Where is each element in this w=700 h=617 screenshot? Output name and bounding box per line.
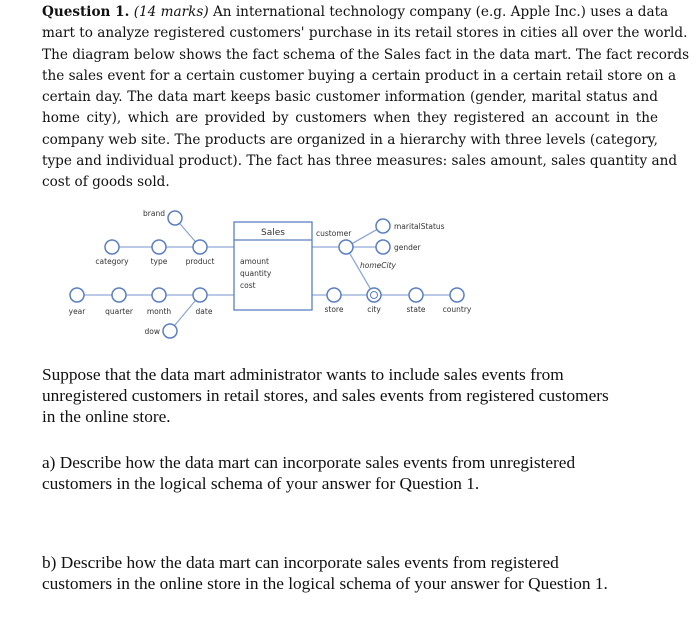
measure: quantity <box>240 269 272 278</box>
node-store <box>326 287 342 303</box>
label-city: city <box>367 305 381 314</box>
node-category <box>104 239 120 255</box>
node-city-inner <box>370 291 378 299</box>
node-type <box>151 239 167 255</box>
label-category: category <box>95 257 129 266</box>
node-quarter <box>111 287 127 303</box>
label-brand: brand <box>143 209 165 218</box>
label-store: store <box>325 305 344 314</box>
label-country: country <box>443 305 472 314</box>
fact-name: Sales <box>261 228 285 238</box>
label-year: year <box>69 307 87 316</box>
label-quarter: quarter <box>105 307 134 316</box>
measure: amount <box>240 257 269 266</box>
label-homecity: homeCity <box>360 261 397 270</box>
part-b-question: b) Describe how the data mart can incorp… <box>42 553 608 593</box>
node-gender <box>375 239 391 255</box>
label-month: month <box>147 307 172 316</box>
node-brand <box>167 210 183 226</box>
node-customer <box>338 239 354 255</box>
label-product: product <box>186 257 215 266</box>
node-maritalstatus <box>375 218 391 234</box>
sales-fact-box: Sales amount quantity cost <box>233 221 313 311</box>
node-dow <box>162 323 178 339</box>
label-type: type <box>151 257 168 266</box>
node-product <box>192 239 208 255</box>
label-gender: gender <box>394 243 422 252</box>
node-state <box>408 287 424 303</box>
label-date: date <box>196 307 213 316</box>
node-month <box>151 287 167 303</box>
part-a-question: a) Describe how the data mart can incorp… <box>42 453 576 493</box>
measure: cost <box>240 281 256 290</box>
intro-paragraph: Suppose that the data mart administrator… <box>42 365 609 426</box>
label-customer: customer <box>316 229 352 238</box>
node-country <box>449 287 465 303</box>
fact-schema-diagram: Sales amount quantity cost brand categor… <box>69 209 472 339</box>
label-dow: dow <box>145 327 160 336</box>
node-date <box>192 287 208 303</box>
label-maritalstatus: maritalStatus <box>394 222 445 231</box>
label-state: state <box>407 305 426 314</box>
node-year <box>69 287 85 303</box>
